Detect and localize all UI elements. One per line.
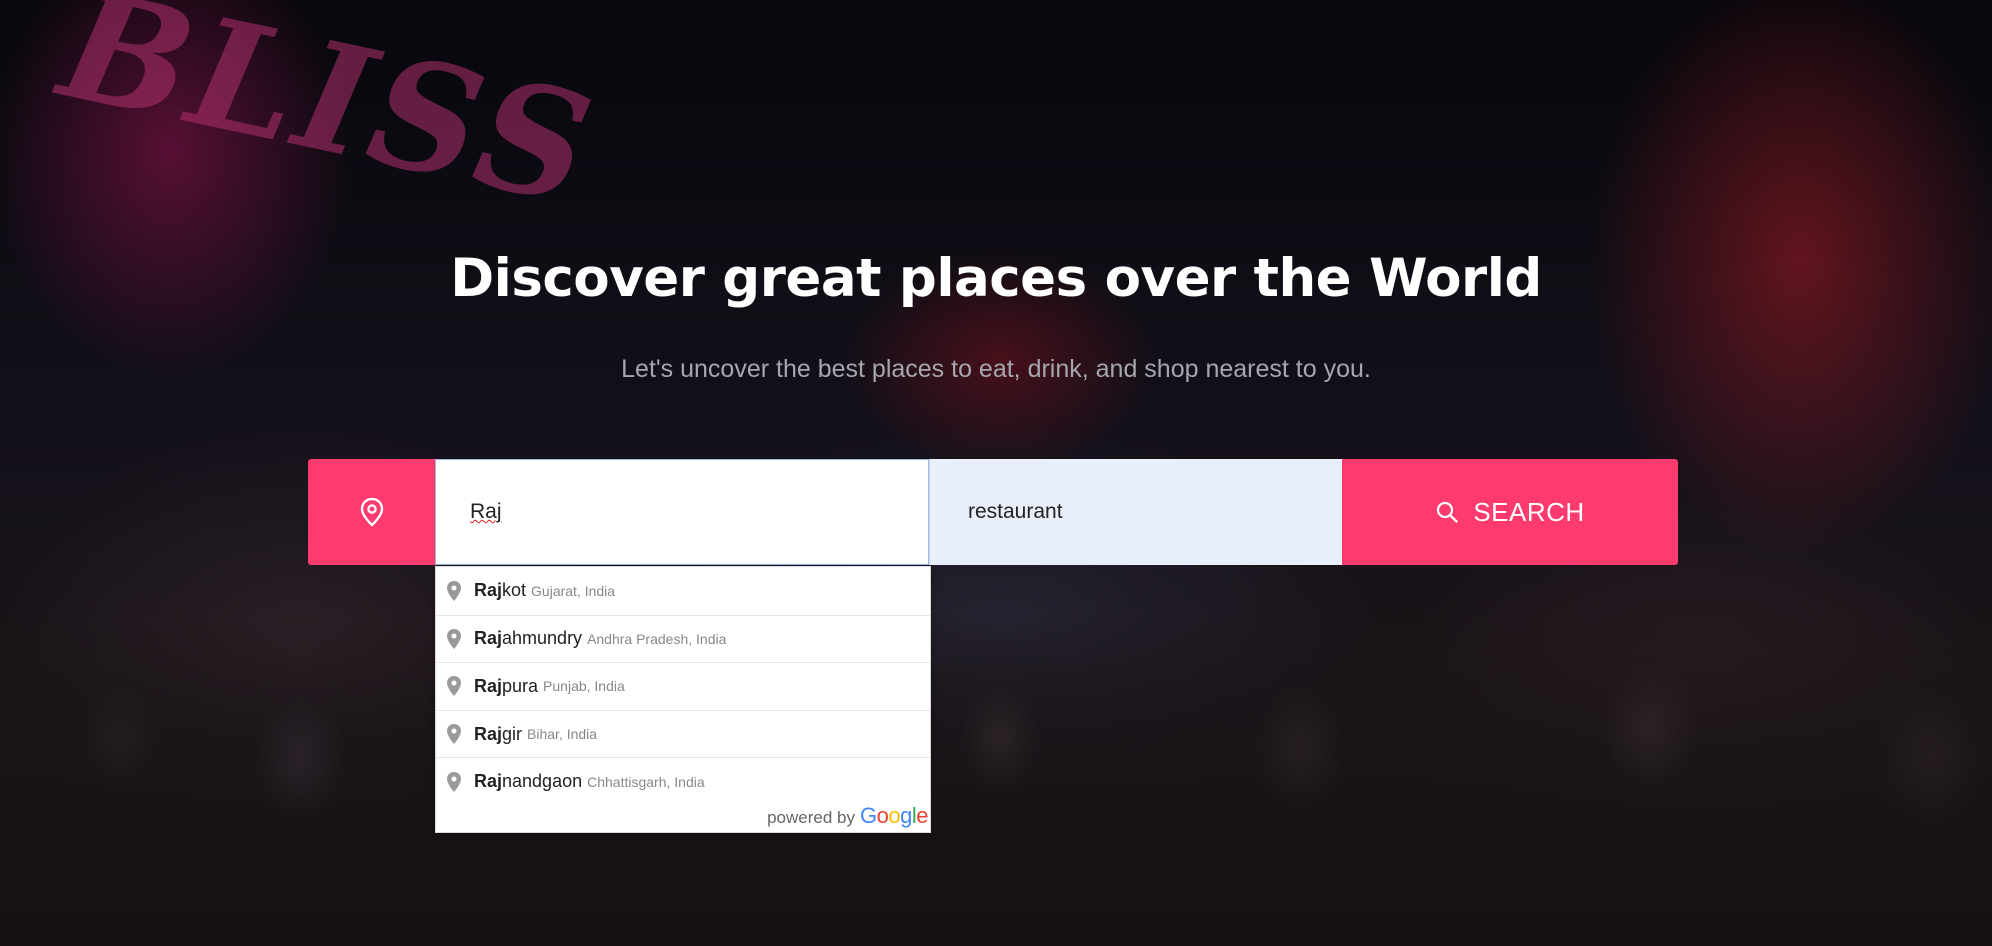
place-pin-icon [444, 723, 464, 745]
place-pin-icon [444, 771, 464, 793]
google-logo: Google [859, 803, 929, 828]
location-input-value: Raj [470, 500, 502, 523]
autocomplete-item[interactable]: Rajnandgaon Chhattisgarh, India [436, 757, 930, 805]
autocomplete-item-region: Gujarat, India [531, 582, 616, 599]
autocomplete-item-name: Rajnandgaon [474, 771, 583, 792]
place-pin-icon [444, 628, 464, 650]
keyword-input-value: restaurant [968, 500, 1063, 523]
autocomplete-item-region: Andhra Pradesh, India [587, 630, 727, 647]
place-pin-icon [444, 580, 464, 602]
background-crowd [0, 616, 1992, 946]
search-icon [1437, 501, 1459, 523]
powered-by-google: powered by Google [767, 803, 928, 829]
location-input[interactable]: Raj [435, 459, 929, 565]
map-pin-icon [360, 497, 383, 527]
place-pin-icon [444, 675, 464, 697]
powered-by-label: powered by [767, 808, 855, 827]
autocomplete-item-name: Rajkot [474, 580, 527, 601]
location-icon-box [308, 459, 435, 565]
autocomplete-item-name: Rajpura [474, 675, 539, 696]
autocomplete-item-region: Punjab, India [543, 678, 625, 695]
autocomplete-item-name: Rajahmundry [474, 628, 583, 649]
keyword-input[interactable]: restaurant [929, 459, 1342, 565]
autocomplete-dropdown: Rajkot Gujarat, India Rajahmundry Andhra… [435, 566, 931, 833]
autocomplete-item[interactable]: Rajpura Punjab, India [436, 662, 930, 710]
autocomplete-item-name: Rajgir [474, 723, 523, 744]
search-button-label: SEARCH [1473, 496, 1585, 527]
autocomplete-item-region: Bihar, India [527, 726, 598, 743]
hero-subtitle: Let's uncover the best places to eat, dr… [621, 355, 1371, 383]
search-bar: Raj restaurant SEARCH [308, 459, 1678, 565]
autocomplete-item[interactable]: Rajahmundry Andhra Pradesh, India [436, 614, 930, 663]
autocomplete-item-region: Chhattisgarh, India [587, 773, 705, 790]
hero-title: Discover great places over the World [450, 248, 1542, 309]
autocomplete-item[interactable]: Rajgir Bihar, India [436, 709, 930, 758]
autocomplete-item[interactable]: Rajkot Gujarat, India [436, 567, 930, 615]
search-button[interactable]: SEARCH [1342, 459, 1678, 565]
